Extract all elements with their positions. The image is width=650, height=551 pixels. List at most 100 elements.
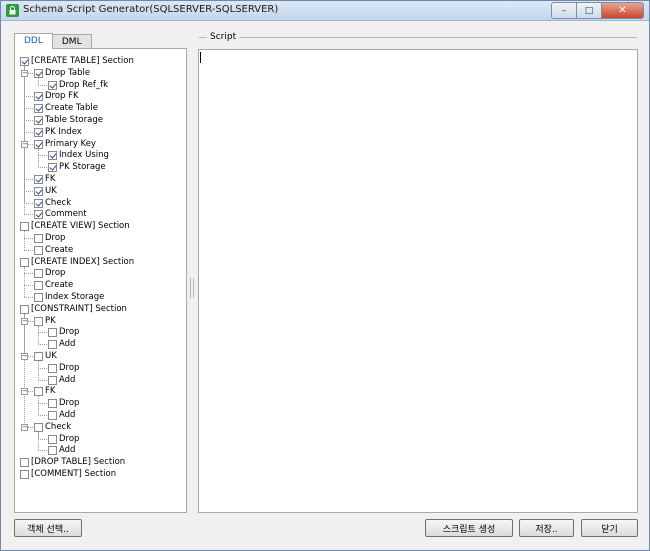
tree-item[interactable]: [CONSTRAINT] Section — [20, 304, 127, 315]
tree-item[interactable]: PK Storage — [48, 162, 106, 173]
tree-checkbox[interactable] — [20, 257, 29, 267]
tree-item-label: Drop Ref_fk — [59, 79, 109, 90]
tree-checkbox[interactable] — [34, 269, 43, 279]
tree-item[interactable]: UK — [34, 186, 57, 197]
tree-checkbox[interactable] — [48, 446, 57, 456]
tree-checkbox[interactable] — [48, 375, 57, 385]
tree-checkbox[interactable] — [34, 293, 43, 302]
tree-checkbox[interactable] — [34, 352, 43, 361]
tree-item[interactable]: Primary Key — [34, 139, 96, 150]
tree-item[interactable]: Drop — [34, 268, 65, 279]
tree-item[interactable]: [DROP TABLE] Section — [20, 457, 125, 468]
tree-connector-line — [38, 438, 47, 440]
tree-checkbox[interactable] — [48, 434, 57, 444]
tree-item[interactable]: Create — [34, 245, 73, 256]
tree-item[interactable]: Comment — [34, 209, 87, 220]
tree-checkbox[interactable] — [34, 68, 43, 78]
tree-item[interactable]: Check — [34, 198, 71, 209]
tree-checkbox[interactable] — [48, 363, 57, 373]
tab-ddl[interactable]: DDL — [14, 33, 53, 49]
tree-item[interactable]: Table Storage — [34, 115, 103, 126]
tree-item[interactable]: Drop — [48, 398, 79, 409]
tree-item[interactable]: [CREATE TABLE] Section — [20, 56, 134, 67]
tree-checkbox[interactable] — [34, 245, 43, 255]
collapse-icon[interactable]: − — [21, 140, 28, 148]
tree-checkbox[interactable] — [20, 304, 29, 314]
collapse-icon[interactable]: − — [21, 353, 28, 360]
tree-item[interactable]: Drop — [48, 363, 79, 374]
tree-item[interactable]: Index Using — [48, 150, 109, 161]
tree-item-label: PK Storage — [59, 162, 106, 173]
tree-checkbox[interactable] — [48, 411, 57, 420]
tree-checkbox[interactable] — [20, 458, 29, 468]
splitter-handle[interactable] — [190, 278, 194, 298]
save-button[interactable]: 저장.. — [519, 519, 574, 537]
tree-checkbox[interactable] — [34, 387, 43, 397]
script-textarea[interactable] — [198, 49, 638, 513]
tree-item[interactable]: Drop — [34, 233, 65, 244]
app-icon — [6, 4, 19, 17]
tree-checkbox[interactable] — [34, 116, 43, 125]
tree-item-label: UK — [45, 351, 57, 361]
tree-item[interactable]: Create — [34, 280, 73, 291]
tree-checkbox[interactable] — [34, 234, 43, 243]
tree-item[interactable]: Add — [48, 339, 75, 350]
tree-item[interactable]: PK — [34, 316, 56, 327]
tree-checkbox[interactable] — [48, 340, 57, 350]
tree-item[interactable]: Drop Ref_fk — [48, 80, 108, 91]
tab-dml[interactable]: DML — [51, 34, 92, 49]
tree-checkbox[interactable] — [34, 175, 43, 184]
tree-checkbox[interactable] — [20, 57, 29, 66]
tree-item[interactable]: Create Table — [34, 103, 98, 114]
tree-checkbox[interactable] — [48, 163, 57, 173]
collapse-icon[interactable]: − — [21, 388, 28, 396]
tree-item[interactable]: Add — [48, 445, 75, 456]
tree-item[interactable]: [COMMENT] Section — [20, 469, 116, 480]
tree-item[interactable]: Drop Table — [34, 68, 90, 79]
tree-checkbox[interactable] — [48, 151, 57, 161]
tree-item[interactable]: [CREATE INDEX] Section — [20, 257, 134, 268]
tree-checkbox[interactable] — [48, 328, 57, 338]
tree-item[interactable]: FK — [34, 174, 55, 185]
tree-checkbox[interactable] — [34, 316, 43, 326]
tree-checkbox[interactable] — [20, 470, 29, 479]
tree-item[interactable]: FK — [34, 386, 55, 397]
close-window-button[interactable]: ✕ — [601, 2, 644, 19]
tree-checkbox[interactable] — [48, 80, 57, 90]
collapse-icon[interactable]: − — [21, 317, 28, 325]
minimize-button[interactable]: – — [551, 2, 576, 19]
maximize-button[interactable]: □ — [576, 2, 601, 19]
tree-connector-line — [24, 249, 33, 251]
tree-checkbox[interactable] — [48, 399, 57, 409]
tree-item[interactable]: Check — [34, 422, 71, 433]
tree-checkbox[interactable] — [34, 281, 43, 291]
collapse-icon[interactable]: − — [21, 69, 28, 77]
tree-checkbox[interactable] — [34, 198, 43, 208]
tree-item[interactable]: Drop — [48, 434, 79, 445]
tree-item-label: FK — [45, 386, 56, 397]
tree-checkbox[interactable] — [34, 92, 43, 102]
select-objects-button[interactable]: 객체 선택.. — [14, 519, 82, 537]
tree-checkbox[interactable] — [20, 222, 29, 232]
tree-checkbox[interactable] — [34, 104, 43, 114]
tree-item[interactable]: PK Index — [34, 127, 82, 138]
tree-item[interactable]: Add — [48, 375, 75, 386]
tree-item[interactable]: Index Storage — [34, 292, 104, 303]
collapse-icon[interactable]: − — [21, 423, 28, 431]
tree-item[interactable]: [CREATE VIEW] Section — [20, 221, 130, 232]
tree-item[interactable]: Drop — [48, 327, 79, 338]
tree-checkbox[interactable] — [34, 422, 43, 432]
tree-item[interactable]: UK — [34, 351, 57, 362]
close-button[interactable]: 닫기 — [581, 519, 638, 537]
tree-checkbox[interactable] — [34, 186, 43, 196]
tree-item[interactable]: Add — [48, 410, 75, 421]
tree-connector-line — [24, 231, 25, 250]
tree-item[interactable]: Drop FK — [34, 91, 79, 102]
tree-checkbox[interactable] — [34, 127, 43, 137]
tree-checkbox[interactable] — [34, 210, 43, 220]
tree-item-label: Drop — [59, 362, 80, 373]
generate-script-button[interactable]: 스크립트 생성 — [425, 519, 513, 537]
tree-connector-line — [38, 148, 39, 168]
tree-connector-line — [24, 313, 25, 427]
tree-checkbox[interactable] — [34, 139, 43, 149]
